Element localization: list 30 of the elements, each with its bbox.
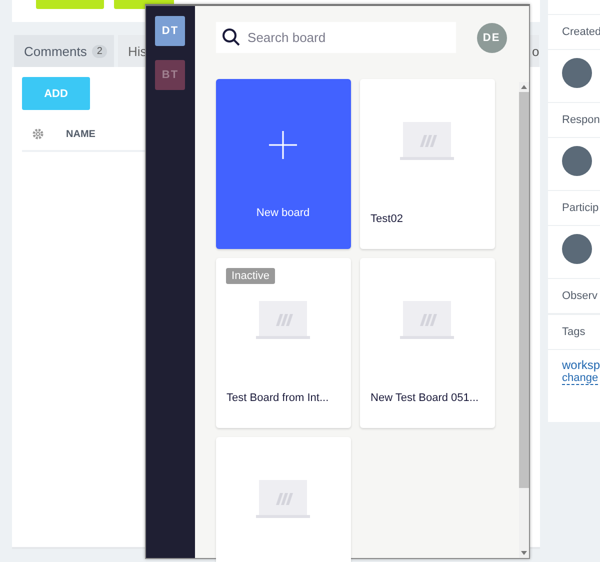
tab[interactable]: Comments 2 [14,35,114,67]
column-header[interactable]: NAME [66,128,96,140]
avatar-photo-placeholder [562,234,592,264]
board-title: New board [256,207,310,219]
status-badge: Inactive [226,268,276,284]
board-card[interactable]: Inactive Test Board from Int... [216,258,351,428]
laptop-icon [256,480,310,518]
board-card[interactable]: New Test Board 051... [360,258,495,428]
tag-link[interactable]: worksp [562,358,600,372]
section-label: Respon [548,103,600,138]
board-card[interactable]: Test02 [360,79,495,249]
section-label: Particip [548,191,600,226]
comment-count: 2 [92,44,108,58]
settings-icon[interactable] [32,128,44,140]
search-field[interactable]: Search board [216,22,456,53]
change-link[interactable]: change [562,372,598,385]
avatar-photo-placeholder [562,146,592,176]
laptop-icon [400,122,454,160]
scrollbar[interactable] [519,82,529,558]
plus-icon [269,131,298,159]
new-board-card[interactable]: New board [216,79,351,249]
board-title: Test Board from Int... [226,392,329,404]
laptop-icon [400,301,454,339]
laptop-icon [256,301,310,339]
avatar-photo-placeholder [562,58,592,88]
section-label: Tags [548,315,600,350]
board-card[interactable] [216,437,351,562]
board-title: New Test Board 051... [370,392,479,404]
board-title: Test02 [370,213,403,225]
section-label: Observ [548,279,600,314]
